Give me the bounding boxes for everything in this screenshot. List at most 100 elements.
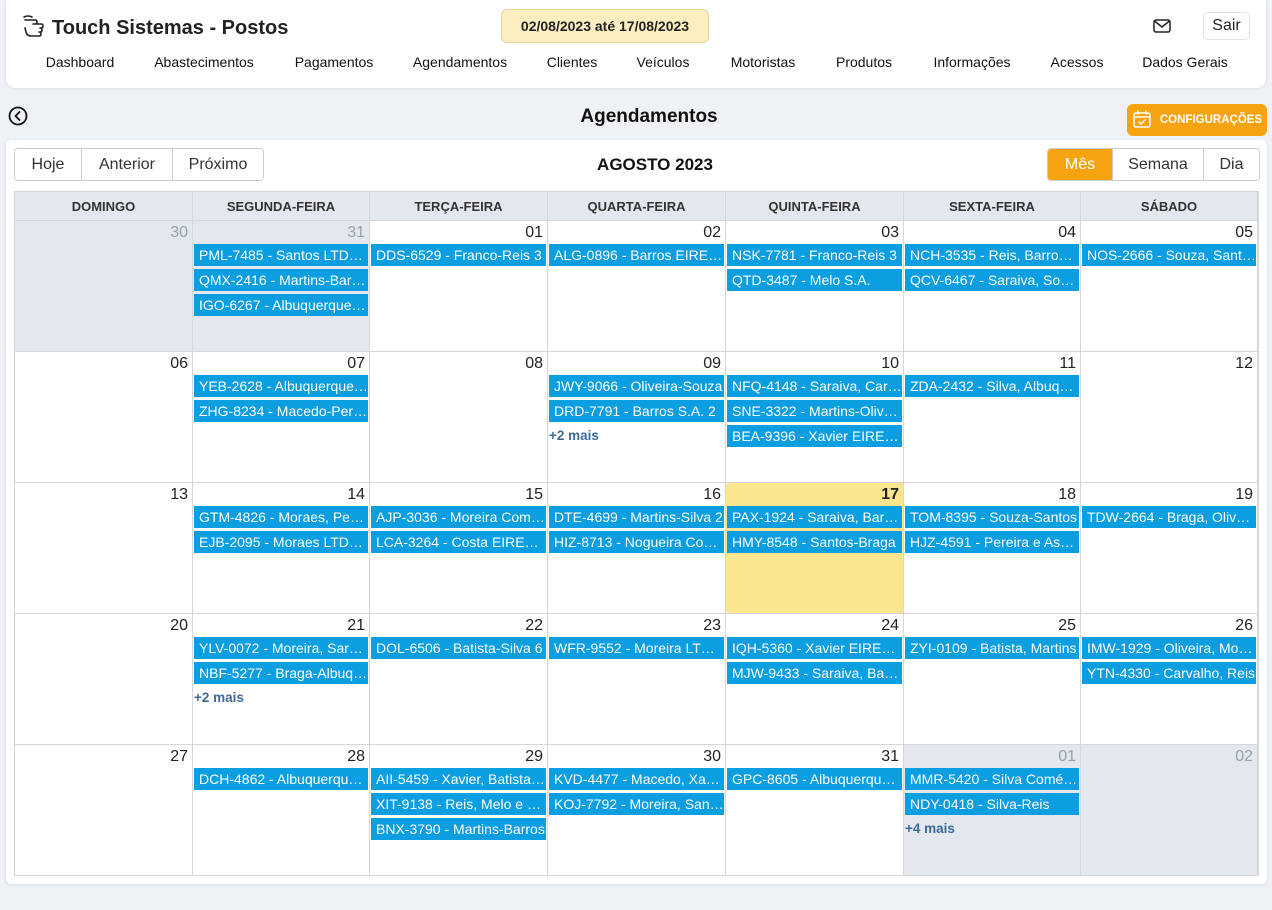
calendar-event[interactable]: IMW-1929 - Oliveira, Moreira bbox=[1082, 637, 1256, 659]
calendar-event[interactable]: YLV-0072 - Moreira, Saraiva bbox=[194, 637, 368, 659]
calendar-event[interactable]: DCH-4862 - Albuquerque LTDA bbox=[194, 768, 368, 790]
day-number[interactable]: 27 bbox=[170, 748, 188, 766]
day-cell[interactable]: 12 bbox=[1081, 352, 1258, 483]
day-cell[interactable]: 20 bbox=[15, 614, 193, 745]
nav-item-dashboard[interactable]: Dashboard bbox=[46, 54, 115, 70]
nav-item-agendamentos[interactable]: Agendamentos bbox=[413, 54, 507, 70]
day-cell[interactable]: 11 ZDA-2432 - Silva, Albuquerque bbox=[904, 352, 1081, 483]
calendar-event[interactable]: AJP-3036 - Moreira Comércio bbox=[371, 506, 546, 528]
calendar-event[interactable]: KVD-4477 - Macedo, Xavier bbox=[549, 768, 724, 790]
day-cell[interactable]: 27 bbox=[15, 745, 193, 876]
calendar-event[interactable]: BEA-9396 - Xavier EIRELI 7 bbox=[727, 425, 902, 447]
nav-item-acessos[interactable]: Acessos bbox=[1051, 54, 1104, 70]
calendar-event[interactable]: LCA-3264 - Costa EIRELI 2 bbox=[371, 531, 546, 553]
day-number[interactable]: 11 bbox=[1059, 355, 1076, 373]
day-cell[interactable]: 14 GTM-4826 - Moraes, Pereira EJB-2095 - M… bbox=[193, 483, 370, 614]
calendar-event[interactable]: MJW-9433 - Saraiva, Barros bbox=[727, 662, 902, 684]
day-number[interactable]: 10 bbox=[881, 355, 899, 373]
day-cell[interactable]: 28 DCH-4862 - Albuquerque LTDA bbox=[193, 745, 370, 876]
day-cell[interactable]: 24 IQH-5360 - Xavier EIRELI 5 MJW-9433 - S… bbox=[726, 614, 904, 745]
calendar-event[interactable]: BNX-3790 - Martins-Barros bbox=[371, 818, 546, 840]
day-number[interactable]: 06 bbox=[170, 355, 188, 373]
calendar-event[interactable]: QMX-2416 - Martins-Barros bbox=[194, 269, 368, 291]
day-cell[interactable]: 07 YEB-2628 - Albuquerque S.A. ZHG-8234 - … bbox=[193, 352, 370, 483]
day-number[interactable]: 25 bbox=[1058, 617, 1076, 635]
calendar-event[interactable]: JWY-9066 - Oliveira-Souza bbox=[549, 375, 724, 397]
calendar-event[interactable]: MMR-5420 - Silva Comércio bbox=[905, 768, 1079, 790]
nav-item-informacoes[interactable]: Informações bbox=[933, 54, 1010, 70]
day-cell[interactable]: 01 DDS-6529 - Franco-Reis 3 bbox=[370, 221, 548, 352]
day-number[interactable]: 01 bbox=[525, 224, 543, 242]
calendar-event[interactable]: HMY-8548 - Santos-Braga bbox=[727, 531, 902, 553]
calendar-event[interactable]: ZHG-8234 - Macedo-Pereira bbox=[194, 400, 368, 422]
day-cell[interactable]: 31 GPC-8605 - Albuquerque S.A. bbox=[726, 745, 904, 876]
calendar-event[interactable]: QTD-3487 - Melo S.A. bbox=[727, 269, 902, 291]
calendar-event[interactable]: DRD-7791 - Barros S.A. 2 bbox=[549, 400, 724, 422]
calendar-event[interactable]: ALG-0896 - Barros EIRELI 4 bbox=[549, 244, 724, 266]
day-cell[interactable]: 02 bbox=[1081, 745, 1258, 876]
day-cell[interactable]: 25 ZYI-0109 - Batista, Martins bbox=[904, 614, 1081, 745]
logout-button[interactable]: Sair bbox=[1203, 12, 1250, 40]
day-number[interactable]: 16 bbox=[703, 486, 721, 504]
calendar-event[interactable]: GTM-4826 - Moraes, Pereira bbox=[194, 506, 368, 528]
calendar-event[interactable]: HIZ-8713 - Nogueira Comércio bbox=[549, 531, 724, 553]
calendar-event[interactable]: YEB-2628 - Albuquerque S.A. bbox=[194, 375, 368, 397]
period-range[interactable]: 02/08/2023 até 17/08/2023 bbox=[501, 9, 709, 43]
day-cell[interactable]: 02 ALG-0896 - Barros EIRELI 4 bbox=[548, 221, 726, 352]
view-day-button[interactable]: Dia bbox=[1203, 149, 1259, 180]
day-number[interactable]: 19 bbox=[1235, 486, 1253, 504]
day-cell[interactable]: 31 PML-7485 - Santos LTDA 7 QMX-2416 - Mar… bbox=[193, 221, 370, 352]
day-number[interactable]: 13 bbox=[170, 486, 188, 504]
day-cell[interactable]: 01 MMR-5420 - Silva Comércio NDY-0418 - Si… bbox=[904, 745, 1081, 876]
day-number[interactable]: 15 bbox=[525, 486, 543, 504]
calendar-event[interactable]: DTE-4699 - Martins-Silva 2 bbox=[549, 506, 724, 528]
calendar-event[interactable]: IGO-6267 - Albuquerque, Reis bbox=[194, 294, 368, 316]
day-cell[interactable]: 21 YLV-0072 - Moreira, Saraiva NBF-5277 - … bbox=[193, 614, 370, 745]
calendar-event[interactable]: NBF-5277 - Braga-Albuquerque bbox=[194, 662, 368, 684]
day-number[interactable]: 09 bbox=[703, 355, 721, 373]
more-events-link[interactable]: +2 mais bbox=[194, 690, 244, 705]
day-cell-today[interactable]: 17 PAX-1924 - Saraiva, Barros HMY-8548 - S… bbox=[726, 483, 904, 614]
brand[interactable]: Touch Sistemas - Postos bbox=[22, 14, 288, 43]
day-cell[interactable]: 10 NFQ-4148 - Saraiva, Carvalho SNE-3322 -… bbox=[726, 352, 904, 483]
calendar-event[interactable]: EJB-2095 - Moraes LTDA 2 bbox=[194, 531, 368, 553]
calendar-event[interactable]: PAX-1924 - Saraiva, Barros bbox=[727, 506, 902, 528]
view-week-button[interactable]: Semana bbox=[1112, 149, 1203, 180]
calendar-event[interactable]: IQH-5360 - Xavier EIRELI 5 bbox=[727, 637, 902, 659]
day-cell[interactable]: 08 bbox=[370, 352, 548, 483]
day-number[interactable]: 31 bbox=[347, 224, 365, 242]
day-cell[interactable]: 26 IMW-1929 - Oliveira, Moreira YTN-4330 -… bbox=[1081, 614, 1258, 745]
day-number[interactable]: 22 bbox=[525, 617, 543, 635]
calendar-event[interactable]: ZDA-2432 - Silva, Albuquerque bbox=[905, 375, 1079, 397]
calendar-event[interactable]: QCV-6467 - Saraiva, Souza bbox=[905, 269, 1079, 291]
day-cell[interactable]: 23 WFR-9552 - Moreira LTDA 4 bbox=[548, 614, 726, 745]
calendar-event[interactable]: PML-7485 - Santos LTDA 7 bbox=[194, 244, 368, 266]
view-month-button[interactable]: Mês bbox=[1048, 149, 1112, 180]
calendar-event[interactable]: SNE-3322 - Martins-Oliveira bbox=[727, 400, 902, 422]
day-number[interactable]: 14 bbox=[347, 486, 365, 504]
calendar-event[interactable]: DOL-6506 - Batista-Silva 6 bbox=[371, 637, 546, 659]
day-cell[interactable]: 03 NSK-7781 - Franco-Reis 3 QTD-3487 - Mel… bbox=[726, 221, 904, 352]
calendar-event[interactable]: GPC-8605 - Albuquerque S.A. bbox=[727, 768, 902, 790]
day-number[interactable]: 17 bbox=[881, 486, 899, 504]
calendar-event[interactable]: TDW-2664 - Braga, Oliveira bbox=[1082, 506, 1256, 528]
nav-item-pagamentos[interactable]: Pagamentos bbox=[295, 54, 374, 70]
day-cell[interactable]: 30 bbox=[15, 221, 193, 352]
more-events-link[interactable]: +4 mais bbox=[905, 821, 955, 836]
calendar-event[interactable]: NDY-0418 - Silva-Reis bbox=[905, 793, 1079, 815]
day-cell[interactable]: 06 bbox=[15, 352, 193, 483]
day-number[interactable]: 21 bbox=[347, 617, 365, 635]
nav-item-motoristas[interactable]: Motoristas bbox=[731, 54, 796, 70]
day-number[interactable]: 26 bbox=[1235, 617, 1253, 635]
calendar-event[interactable]: ZYI-0109 - Batista, Martins bbox=[905, 637, 1079, 659]
day-cell[interactable]: 29 AII-5459 - Xavier, Batista e Filhos XIT… bbox=[370, 745, 548, 876]
calendar-event[interactable]: HJZ-4591 - Pereira e Associados bbox=[905, 531, 1079, 553]
day-number[interactable]: 24 bbox=[881, 617, 899, 635]
nav-item-dados-gerais[interactable]: Dados Gerais bbox=[1142, 54, 1228, 70]
day-number[interactable]: 02 bbox=[1235, 748, 1253, 766]
day-number[interactable]: 29 bbox=[525, 748, 543, 766]
calendar-event[interactable]: YTN-4330 - Carvalho, Reis bbox=[1082, 662, 1256, 684]
day-cell[interactable]: 09 JWY-9066 - Oliveira-Souza DRD-7791 - Ba… bbox=[548, 352, 726, 483]
more-events-link[interactable]: +2 mais bbox=[549, 428, 599, 443]
day-number[interactable]: 02 bbox=[703, 224, 721, 242]
